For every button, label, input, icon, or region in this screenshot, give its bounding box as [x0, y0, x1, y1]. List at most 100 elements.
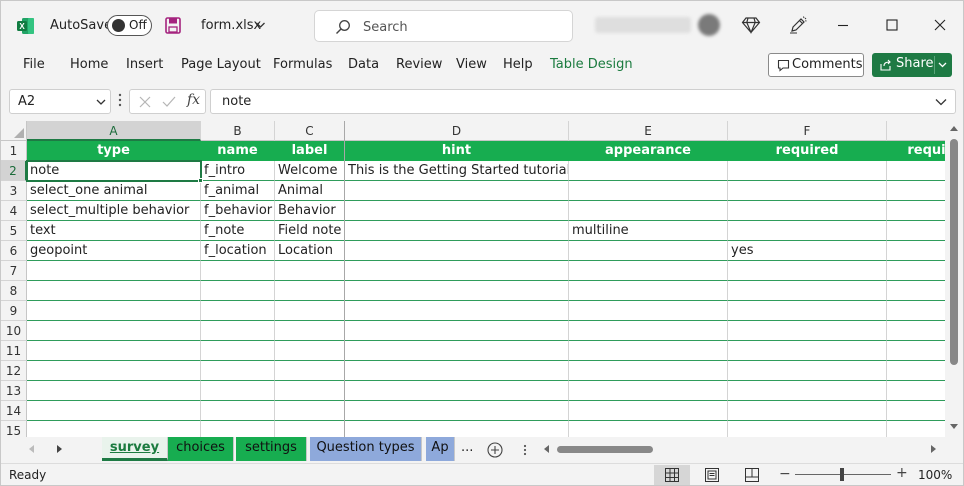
table-cell[interactable]: select_multiple behavior — [27, 201, 201, 221]
more-vertical-icon[interactable] — [523, 444, 527, 456]
empty-cell[interactable] — [201, 301, 275, 321]
empty-cell[interactable] — [728, 321, 887, 341]
empty-cell[interactable] — [728, 301, 887, 321]
empty-cell[interactable] — [201, 341, 275, 361]
empty-cell[interactable] — [887, 381, 945, 401]
table-header-cell[interactable]: label — [275, 141, 345, 161]
zoom-level[interactable]: 100% — [918, 468, 952, 482]
empty-cell[interactable] — [728, 361, 887, 381]
chevron-down-icon[interactable] — [255, 19, 266, 31]
page-break-view-button[interactable] — [734, 465, 770, 485]
empty-cell[interactable] — [275, 281, 345, 301]
scroll-up-icon[interactable] — [950, 125, 958, 131]
tab-formulas[interactable]: Formulas — [273, 57, 332, 72]
scroll-left-icon[interactable] — [543, 445, 549, 453]
next-sheet-icon[interactable] — [57, 445, 63, 453]
empty-cell[interactable] — [201, 401, 275, 421]
empty-cell[interactable] — [728, 381, 887, 401]
table-cell[interactable]: This is the Getting Started tutorial. — [345, 161, 569, 181]
empty-cell[interactable] — [201, 261, 275, 281]
worksheet-grid[interactable]: A B C D E F 1 type name label hint appearance… — [1, 121, 945, 437]
empty-cell[interactable] — [728, 341, 887, 361]
row-header[interactable]: 14 — [1, 401, 27, 421]
zoom-in-button[interactable]: + — [896, 465, 908, 481]
row-header[interactable]: 8 — [1, 281, 27, 301]
table-cell[interactable]: geopoint — [27, 241, 201, 261]
column-header[interactable]: C — [275, 121, 345, 141]
tab-file[interactable]: File — [23, 57, 45, 72]
table-cell[interactable]: Welcome — [275, 161, 345, 181]
table-cell[interactable] — [728, 181, 887, 201]
empty-cell[interactable] — [345, 261, 569, 281]
avatar[interactable] — [698, 14, 720, 36]
select-all-corner[interactable] — [1, 121, 27, 141]
row-header[interactable]: 13 — [1, 381, 27, 401]
tab-table-design[interactable]: Table Design — [550, 57, 633, 72]
maximize-icon[interactable] — [882, 15, 902, 35]
table-cell[interactable] — [569, 181, 728, 201]
scroll-right-icon[interactable] — [931, 445, 937, 453]
empty-cell[interactable] — [27, 321, 201, 341]
table-cell[interactable] — [345, 241, 569, 261]
tab-home[interactable]: Home — [70, 57, 108, 72]
table-cell[interactable] — [345, 221, 569, 241]
add-sheet-icon[interactable] — [487, 442, 503, 458]
scroll-down-icon[interactable] — [950, 424, 958, 430]
empty-cell[interactable] — [275, 261, 345, 281]
table-cell[interactable]: f_intro — [201, 161, 275, 181]
row-header[interactable]: 6 — [1, 241, 27, 261]
column-header[interactable] — [887, 121, 945, 141]
empty-cell[interactable] — [275, 301, 345, 321]
empty-cell[interactable] — [887, 421, 945, 437]
table-header-cell[interactable]: requi — [887, 141, 945, 161]
empty-cell[interactable] — [27, 341, 201, 361]
table-header-cell[interactable]: type — [27, 141, 201, 161]
table-cell[interactable] — [569, 241, 728, 261]
empty-cell[interactable] — [275, 361, 345, 381]
table-cell[interactable] — [569, 201, 728, 221]
table-cell[interactable]: text — [27, 221, 201, 241]
empty-cell[interactable] — [569, 301, 728, 321]
table-cell[interactable]: Behavior — [275, 201, 345, 221]
empty-cell[interactable] — [275, 381, 345, 401]
column-header[interactable]: A — [27, 121, 201, 141]
empty-cell[interactable] — [887, 401, 945, 421]
row-header[interactable]: 10 — [1, 321, 27, 341]
table-cell[interactable] — [887, 241, 945, 261]
empty-cell[interactable] — [275, 401, 345, 421]
file-name[interactable]: form.xlsx — [201, 18, 261, 33]
empty-cell[interactable] — [569, 281, 728, 301]
insert-function-icon[interactable]: fx — [187, 92, 200, 108]
check-icon[interactable] — [162, 96, 176, 108]
row-header[interactable]: 15 — [1, 421, 27, 437]
table-cell[interactable]: f_behavior — [201, 201, 275, 221]
table-cell[interactable]: multiline — [569, 221, 728, 241]
table-cell[interactable]: Animal — [275, 181, 345, 201]
chevron-down-icon[interactable] — [96, 98, 106, 106]
table-cell[interactable]: f_location — [201, 241, 275, 261]
zoom-out-button[interactable]: − — [779, 466, 791, 482]
pen-icon[interactable] — [788, 15, 808, 35]
sheet-tab-choices[interactable]: choices — [168, 437, 234, 461]
row-header[interactable]: 3 — [1, 181, 27, 201]
empty-cell[interactable] — [569, 361, 728, 381]
table-cell[interactable] — [887, 181, 945, 201]
row-header[interactable]: 12 — [1, 361, 27, 381]
fill-handle[interactable] — [198, 178, 203, 183]
cancel-x-icon[interactable] — [139, 96, 151, 108]
empty-cell[interactable] — [27, 401, 201, 421]
empty-cell[interactable] — [345, 281, 569, 301]
empty-cell[interactable] — [201, 381, 275, 401]
tab-page-layout[interactable]: Page Layout — [181, 57, 261, 72]
empty-cell[interactable] — [201, 281, 275, 301]
empty-cell[interactable] — [887, 341, 945, 361]
vertical-scrollbar[interactable] — [946, 121, 962, 437]
row-header[interactable]: 2 — [1, 161, 27, 181]
empty-cell[interactable] — [275, 321, 345, 341]
vertical-scroll-thumb[interactable] — [950, 139, 958, 365]
empty-cell[interactable] — [345, 401, 569, 421]
tab-help[interactable]: Help — [503, 57, 533, 72]
sheet-tab-settings[interactable]: settings — [236, 437, 307, 461]
account-name[interactable] — [595, 17, 691, 33]
empty-cell[interactable] — [887, 301, 945, 321]
